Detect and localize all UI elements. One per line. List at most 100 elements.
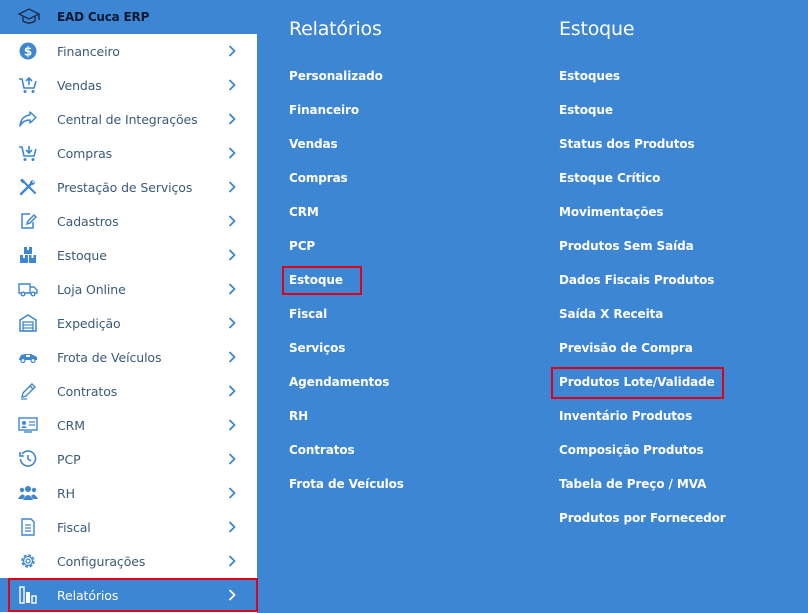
- report-link-financeiro[interactable]: Financeiro: [289, 103, 359, 117]
- sidebar-item-fiscal[interactable]: Fiscal: [0, 510, 257, 544]
- stock-link-produtos-fornecedor[interactable]: Produtos por Fornecedor: [559, 511, 726, 525]
- sidebar-item-relatorios[interactable]: Relatórios: [0, 578, 257, 612]
- stock-link-produtos-lote-validade[interactable]: Produtos Lote/Validade: [559, 375, 715, 389]
- warehouse-icon: [18, 313, 38, 333]
- stock-link-movimentacoes[interactable]: Movimentações: [559, 205, 664, 219]
- svg-text:$: $: [24, 45, 32, 59]
- sidebar-item-estoque[interactable]: Estoque: [0, 238, 257, 272]
- sidebar-item-frota-veiculos[interactable]: Frota de Veículos: [0, 340, 257, 374]
- stock-link-saida-receita[interactable]: Saída X Receita: [559, 307, 663, 321]
- chevron-right-icon: [224, 485, 240, 501]
- report-link-servicos[interactable]: Serviços: [289, 341, 345, 355]
- sidebar-item-label: CRM: [57, 417, 85, 433]
- graduation-cap-icon: [18, 6, 40, 28]
- brand-header[interactable]: EAD Cuca ERP: [0, 0, 257, 34]
- sidebar-item-crm[interactable]: CRM: [0, 408, 257, 442]
- stock-link-produtos-sem-saida[interactable]: Produtos Sem Saída: [559, 239, 694, 253]
- car-icon: [18, 347, 38, 367]
- report-link-estoque[interactable]: Estoque: [289, 273, 343, 287]
- id-card-icon: [18, 415, 38, 435]
- users-icon: [18, 483, 38, 503]
- chevron-right-icon: [224, 77, 240, 93]
- sidebar-item-label: Relatórios: [57, 587, 119, 603]
- chevron-right-icon: [224, 111, 240, 127]
- sidebar-item-prestacao-servicos[interactable]: Prestação de Serviços: [0, 170, 257, 204]
- sidebar-item-label: PCP: [57, 451, 81, 467]
- boxes-icon: [18, 245, 38, 265]
- sidebar-item-contratos[interactable]: Contratos: [0, 374, 257, 408]
- report-link-fiscal[interactable]: Fiscal: [289, 307, 327, 321]
- pen-icon: [18, 381, 38, 401]
- chevron-right-icon: [224, 587, 240, 603]
- sidebar-item-cadastros[interactable]: Cadastros: [0, 204, 257, 238]
- brand-name: EAD Cuca ERP: [57, 10, 150, 24]
- sidebar-item-configuracoes[interactable]: Configurações: [0, 544, 257, 578]
- sidebar-item-label: Compras: [57, 145, 113, 161]
- stock-link-estoques[interactable]: Estoques: [559, 69, 620, 83]
- sidebar-item-label: Cadastros: [57, 213, 119, 229]
- chevron-right-icon: [224, 179, 240, 195]
- chevron-right-icon: [224, 553, 240, 569]
- sidebar-item-rh[interactable]: RH: [0, 476, 257, 510]
- report-link-contratos[interactable]: Contratos: [289, 443, 355, 457]
- sidebar-item-label: Expedição: [57, 315, 121, 331]
- share-arrow-icon: [18, 109, 38, 129]
- relatorios-panel: Relatórios Personalizado Financeiro Vend…: [289, 0, 539, 613]
- chevron-right-icon: [224, 451, 240, 467]
- sidebar-item-label: Prestação de Serviços: [57, 179, 193, 195]
- sidebar-menu: $ Financeiro Vendas Central de Integraçõ…: [0, 34, 257, 612]
- sidebar-item-expedicao[interactable]: Expedição: [0, 306, 257, 340]
- sidebar-item-label: Frota de Veículos: [57, 349, 162, 365]
- chevron-right-icon: [224, 247, 240, 263]
- cart-down-icon: [18, 143, 38, 163]
- stock-link-inventario[interactable]: Inventário Produtos: [559, 409, 692, 423]
- chevron-right-icon: [224, 43, 240, 59]
- sidebar-item-label: Configurações: [57, 553, 146, 569]
- report-link-rh[interactable]: RH: [289, 409, 308, 423]
- stock-link-previsao-compra[interactable]: Previsão de Compra: [559, 341, 693, 355]
- report-link-crm[interactable]: CRM: [289, 205, 319, 219]
- tools-icon: [18, 177, 38, 197]
- sidebar-item-label: RH: [57, 485, 75, 501]
- sidebar-item-label: Contratos: [57, 383, 118, 399]
- sidebar-item-label: Loja Online: [57, 281, 126, 297]
- chevron-right-icon: [224, 417, 240, 433]
- estoque-title: Estoque: [559, 18, 635, 40]
- report-link-frota-veiculos[interactable]: Frota de Veículos: [289, 477, 404, 491]
- report-link-personalizado[interactable]: Personalizado: [289, 69, 383, 83]
- chevron-right-icon: [224, 213, 240, 229]
- sidebar-item-central-integracoes[interactable]: Central de Integrações: [0, 102, 257, 136]
- sidebar-item-loja-online[interactable]: Loja Online: [0, 272, 257, 306]
- cart-up-icon: [18, 75, 38, 95]
- sidebar-item-compras[interactable]: Compras: [0, 136, 257, 170]
- report-link-compras[interactable]: Compras: [289, 171, 348, 185]
- sidebar-item-label: Central de Integrações: [57, 111, 198, 127]
- estoque-panel: Estoque Estoques Estoque Status dos Prod…: [559, 0, 799, 613]
- chevron-right-icon: [224, 315, 240, 331]
- chevron-right-icon: [224, 349, 240, 365]
- sidebar-item-pcp[interactable]: PCP: [0, 442, 257, 476]
- report-link-pcp[interactable]: PCP: [289, 239, 315, 253]
- stock-link-estoque-critico[interactable]: Estoque Crítico: [559, 171, 660, 185]
- chevron-right-icon: [224, 145, 240, 161]
- chevron-right-icon: [224, 519, 240, 535]
- dollar-icon: $: [18, 41, 38, 61]
- sidebar-item-label: Financeiro: [57, 43, 120, 59]
- stock-link-tabela-preco-mva[interactable]: Tabela de Preço / MVA: [559, 477, 706, 491]
- sidebar-item-label: Estoque: [57, 247, 107, 263]
- stock-link-dados-fiscais[interactable]: Dados Fiscais Produtos: [559, 273, 714, 287]
- relatorios-title: Relatórios: [289, 18, 382, 40]
- sidebar-item-label: Vendas: [57, 77, 102, 93]
- report-link-vendas[interactable]: Vendas: [289, 137, 338, 151]
- stock-link-estoque[interactable]: Estoque: [559, 103, 613, 117]
- stock-link-composicao[interactable]: Composição Produtos: [559, 443, 704, 457]
- report-link-agendamentos[interactable]: Agendamentos: [289, 375, 389, 389]
- stock-link-status-produtos[interactable]: Status dos Produtos: [559, 137, 695, 151]
- sidebar-item-vendas[interactable]: Vendas: [0, 68, 257, 102]
- sidebar: EAD Cuca ERP $ Financeiro Vendas Central…: [0, 0, 258, 613]
- document-icon: [18, 517, 38, 537]
- edit-icon: [18, 211, 38, 231]
- sidebar-item-financeiro[interactable]: $ Financeiro: [0, 34, 257, 68]
- chevron-right-icon: [224, 383, 240, 399]
- gear-icon: [18, 551, 38, 571]
